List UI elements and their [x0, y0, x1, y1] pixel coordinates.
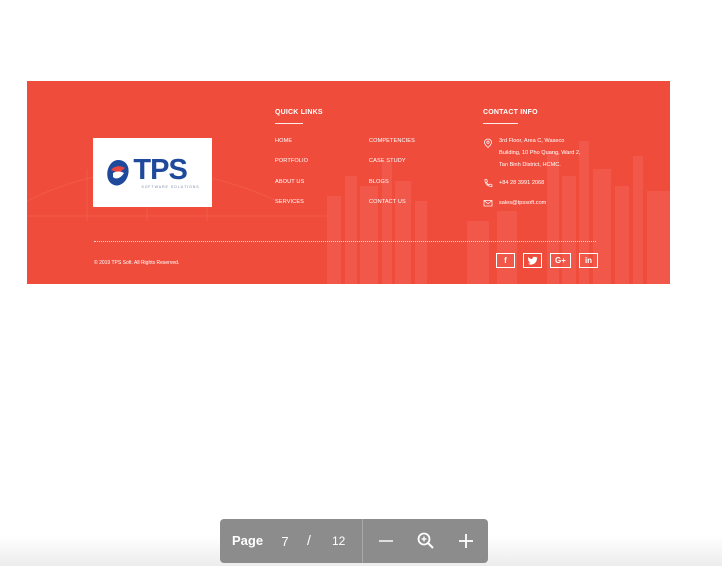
logo-wordmark: TPS: [133, 154, 187, 186]
zoom-out-button[interactable]: [374, 529, 398, 553]
footer-divider: [94, 241, 596, 242]
facebook-icon[interactable]: f: [496, 253, 515, 268]
zoom-in-button[interactable]: [454, 529, 478, 553]
contact-address-line-3: Tan Binh District, HCMC.: [499, 162, 561, 168]
page-label: Page: [232, 533, 264, 548]
contact-phone[interactable]: +84 28 3991 2068: [499, 177, 544, 190]
footer-link-portfolio[interactable]: PORTFOLIO: [275, 158, 308, 164]
footer-link-home[interactable]: HOME: [275, 138, 292, 144]
footer-link-competencies[interactable]: COMPETENCIES: [369, 138, 415, 144]
phone-icon: [484, 179, 493, 187]
contact-address-line-1: 3rd Floor, Area C, Waseco: [499, 138, 565, 144]
zoom-search-icon: [417, 532, 434, 549]
company-logo[interactable]: TPS SOFTWARE SOLUTIONS: [93, 138, 212, 207]
zoom-in-icon: [459, 534, 473, 548]
location-pin-icon: [484, 138, 492, 148]
zoom-out-icon: [379, 540, 393, 542]
footer-page: TPS SOFTWARE SOLUTIONS QUICK LINKS HOME …: [27, 81, 670, 284]
contact-address-line-2: Building, 10 Pho Quang, Ward 2,: [499, 150, 581, 156]
toolbar-divider: [362, 519, 363, 563]
linkedin-icon[interactable]: in: [579, 253, 598, 268]
email-icon: [483, 200, 493, 207]
twitter-icon[interactable]: [523, 253, 542, 268]
tps-logo-icon: [107, 159, 129, 186]
pdf-viewer: TPS SOFTWARE SOLUTIONS QUICK LINKS HOME …: [0, 0, 722, 566]
zoom-search-button[interactable]: [414, 529, 438, 553]
page-toolbar: Page / 12: [220, 519, 488, 563]
footer-link-about-us[interactable]: ABOUT US: [275, 179, 304, 185]
footer-link-services[interactable]: SERVICES: [275, 199, 304, 205]
footer-link-contact-us[interactable]: CONTACT US: [369, 199, 406, 205]
page-separator: /: [307, 532, 311, 548]
quick-links-title: QUICK LINKS: [275, 109, 323, 116]
contact-info-underline: [483, 123, 518, 124]
contact-info-title: CONTACT INFO: [483, 109, 538, 116]
logo-tagline: SOFTWARE SOLUTIONS: [141, 185, 200, 189]
footer-link-case-study[interactable]: CASE STUDY: [369, 158, 406, 164]
copyright-text: © 2019 TPS Soft. All Rights Reserved.: [94, 260, 180, 266]
footer-link-blogs[interactable]: BLOGS: [369, 179, 389, 185]
page-number-input[interactable]: [276, 531, 294, 551]
total-pages: 12: [332, 534, 346, 548]
quick-links-underline: [275, 123, 303, 124]
contact-email[interactable]: sales@tpssoft.com: [499, 197, 546, 210]
google-plus-icon[interactable]: G+: [550, 253, 571, 268]
